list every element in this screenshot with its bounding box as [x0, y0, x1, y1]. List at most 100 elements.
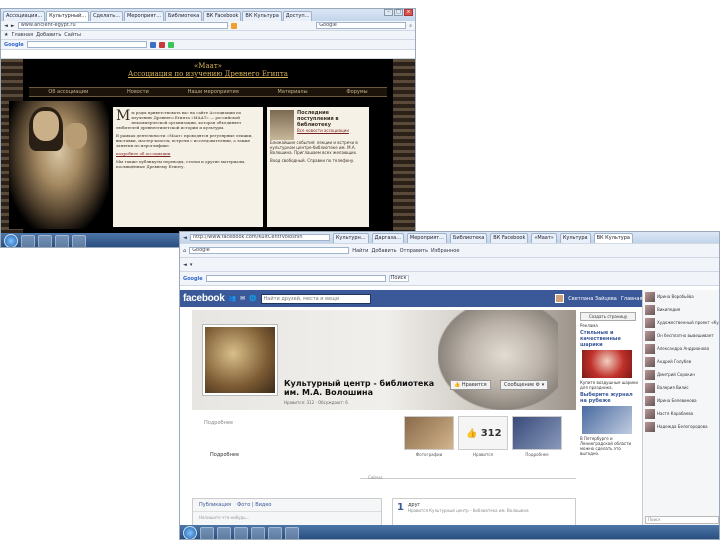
- ad-title[interactable]: Выберите журнал на рубеже: [580, 392, 638, 404]
- toolbar-link[interactable]: Добавить: [371, 248, 396, 254]
- google-search-input[interactable]: [26, 41, 147, 48]
- nav-item[interactable]: Об ассоциации: [48, 89, 88, 95]
- about-link[interactable]: Подробнее: [210, 452, 239, 458]
- browser-window-egypt[interactable]: Ассоциация... Культурный... Сделать... М…: [0, 8, 416, 248]
- taskbar-app-icon[interactable]: [55, 234, 69, 247]
- photo-tab[interactable]: Фото | Видео: [237, 502, 271, 508]
- messages-icon[interactable]: ✉: [240, 295, 245, 302]
- browser-tab[interactable]: ВК Facebook: [490, 232, 529, 243]
- start-icon[interactable]: [4, 234, 18, 247]
- menu-item[interactable]: Добавить: [36, 32, 61, 38]
- taskbar-app-icon[interactable]: [234, 526, 248, 539]
- home-icon[interactable]: ⌂: [183, 248, 186, 254]
- like-button[interactable]: 👍 Нравится: [450, 380, 491, 390]
- nav-item[interactable]: Материалы: [278, 89, 308, 95]
- composer-input[interactable]: Напишите что-нибудь...: [193, 512, 381, 523]
- browser-tab[interactable]: ВК Facebook: [203, 11, 242, 21]
- browser-tab[interactable]: ВК Культура: [242, 11, 282, 21]
- taskbar-app-icon[interactable]: [72, 234, 86, 247]
- forward-icon[interactable]: ►: [11, 23, 15, 29]
- close-icon[interactable]: ×: [404, 9, 413, 16]
- browser-tab[interactable]: «Маат»: [531, 232, 557, 243]
- share-icon[interactable]: [167, 41, 174, 48]
- browser-tab[interactable]: Ассоциация...: [3, 11, 46, 21]
- browser-tab[interactable]: ВК Культура: [593, 232, 633, 243]
- toolbar-link[interactable]: Отправить: [400, 248, 428, 254]
- status-tab[interactable]: Публикация: [199, 502, 231, 508]
- chat-contact[interactable]: Надежда Белогородова: [643, 420, 719, 433]
- back-icon[interactable]: ◄: [183, 262, 187, 268]
- chat-contact[interactable]: Александра Андрианова: [643, 342, 719, 355]
- rss-icon[interactable]: [230, 22, 237, 29]
- browser-tab[interactable]: Мероприят...: [406, 232, 447, 243]
- nav-item[interactable]: Новости: [127, 89, 149, 95]
- search-icon[interactable]: ⌕: [409, 23, 412, 29]
- more-app-tile[interactable]: [512, 416, 562, 450]
- toolbar-link[interactable]: Избранное: [431, 248, 459, 254]
- nav-item[interactable]: Форумы: [346, 89, 367, 95]
- dropdown-icon[interactable]: ▾: [190, 262, 193, 268]
- notifications-icon[interactable]: 🌐: [249, 295, 256, 302]
- news-thumbnail[interactable]: [270, 110, 294, 140]
- home-link[interactable]: Главная: [621, 296, 643, 302]
- browser-tab[interactable]: Доступ...: [282, 11, 313, 21]
- pdf-icon[interactable]: [158, 41, 165, 48]
- chat-contact[interactable]: Андрей Голубев: [643, 355, 719, 368]
- chat-search-input[interactable]: Поиск: [645, 516, 719, 524]
- taskbar-app-icon[interactable]: [21, 234, 35, 247]
- browser-tab[interactable]: Культурный...: [46, 11, 90, 21]
- bookmark-icon[interactable]: [149, 41, 156, 48]
- taskbar-app-icon[interactable]: [251, 526, 265, 539]
- browser-tab[interactable]: Библиотека: [165, 11, 203, 21]
- browser-window-facebook[interactable]: ◄ http://www.facebook.com/KultCentrVolos…: [179, 231, 720, 540]
- site-title-line2[interactable]: Ассоциация по изучению Древнего Египта: [23, 70, 393, 78]
- start-icon[interactable]: [183, 526, 197, 539]
- search-input[interactable]: Google: [316, 22, 407, 29]
- back-icon[interactable]: ◄: [183, 235, 187, 241]
- browser-tab[interactable]: Мероприят...: [123, 11, 164, 21]
- create-page-button[interactable]: Создать страницу: [580, 312, 636, 321]
- browser-tab[interactable]: Культурн...: [332, 232, 369, 243]
- avatar[interactable]: [555, 294, 565, 303]
- google-search-input[interactable]: [205, 275, 386, 282]
- taskbar-app-icon[interactable]: [268, 526, 282, 539]
- chat-contact[interactable]: Он бесплатно вывешивает: [643, 329, 719, 342]
- chat-contact[interactable]: Ирина Белевинова: [643, 394, 719, 407]
- article-link[interactable]: подробнее об ассоциации: [116, 151, 260, 156]
- taskbar-app-icon[interactable]: [200, 526, 214, 539]
- chat-contact[interactable]: Настя Карабаева: [643, 407, 719, 420]
- maximize-icon[interactable]: □: [394, 9, 403, 16]
- facebook-logo[interactable]: facebook: [183, 293, 225, 304]
- taskbar-app-icon[interactable]: [285, 526, 299, 539]
- minimize-icon[interactable]: –: [384, 9, 393, 16]
- nav-item[interactable]: Наши мероприятия: [188, 89, 239, 95]
- browser-tab[interactable]: Библиотека: [449, 232, 488, 243]
- address-bar[interactable]: http://www.facebook.com/KultCentrVoloshi…: [189, 234, 330, 241]
- ad-image[interactable]: [582, 406, 632, 434]
- fb-search-input[interactable]: Найти друзей, места и вещи: [260, 293, 371, 304]
- ad-title[interactable]: Стильные и качественные шарики: [580, 330, 638, 348]
- address-bar[interactable]: www.ancient-egypt.ru: [17, 22, 228, 29]
- browser-tab[interactable]: Сделать...: [90, 11, 123, 21]
- browser-tab[interactable]: Даргаза...: [371, 232, 404, 243]
- timeline-label[interactable]: Сейчас: [368, 475, 383, 480]
- ad-image[interactable]: [582, 350, 632, 378]
- menu-item[interactable]: Главная: [11, 32, 33, 38]
- chat-contact[interactable]: Валерия Вилис: [643, 381, 719, 394]
- user-name[interactable]: Светлана Зайцева: [568, 296, 617, 302]
- search-input[interactable]: Google: [189, 247, 350, 254]
- taskbar-app-icon[interactable]: [217, 526, 231, 539]
- chat-contact[interactable]: Ирина Воробьёва: [643, 290, 719, 303]
- chat-contact[interactable]: Википедия: [643, 303, 719, 316]
- profile-picture[interactable]: [202, 324, 278, 396]
- google-search-button[interactable]: Поиск: [388, 275, 409, 282]
- toolbar-link[interactable]: Найти: [352, 248, 368, 254]
- friend-requests-icon[interactable]: 👥: [229, 295, 236, 302]
- chat-contact[interactable]: Художественный проект «Культурный рынок»: [643, 316, 719, 329]
- message-button[interactable]: Сообщение ⚙ ▾: [500, 380, 549, 390]
- browser-tab[interactable]: Культура: [559, 232, 591, 243]
- favorites-icon[interactable]: ★: [4, 32, 8, 38]
- chat-contact[interactable]: Дмитрий Сорокин: [643, 368, 719, 381]
- back-icon[interactable]: ◄: [4, 23, 8, 29]
- menu-item[interactable]: Сайты: [64, 32, 81, 38]
